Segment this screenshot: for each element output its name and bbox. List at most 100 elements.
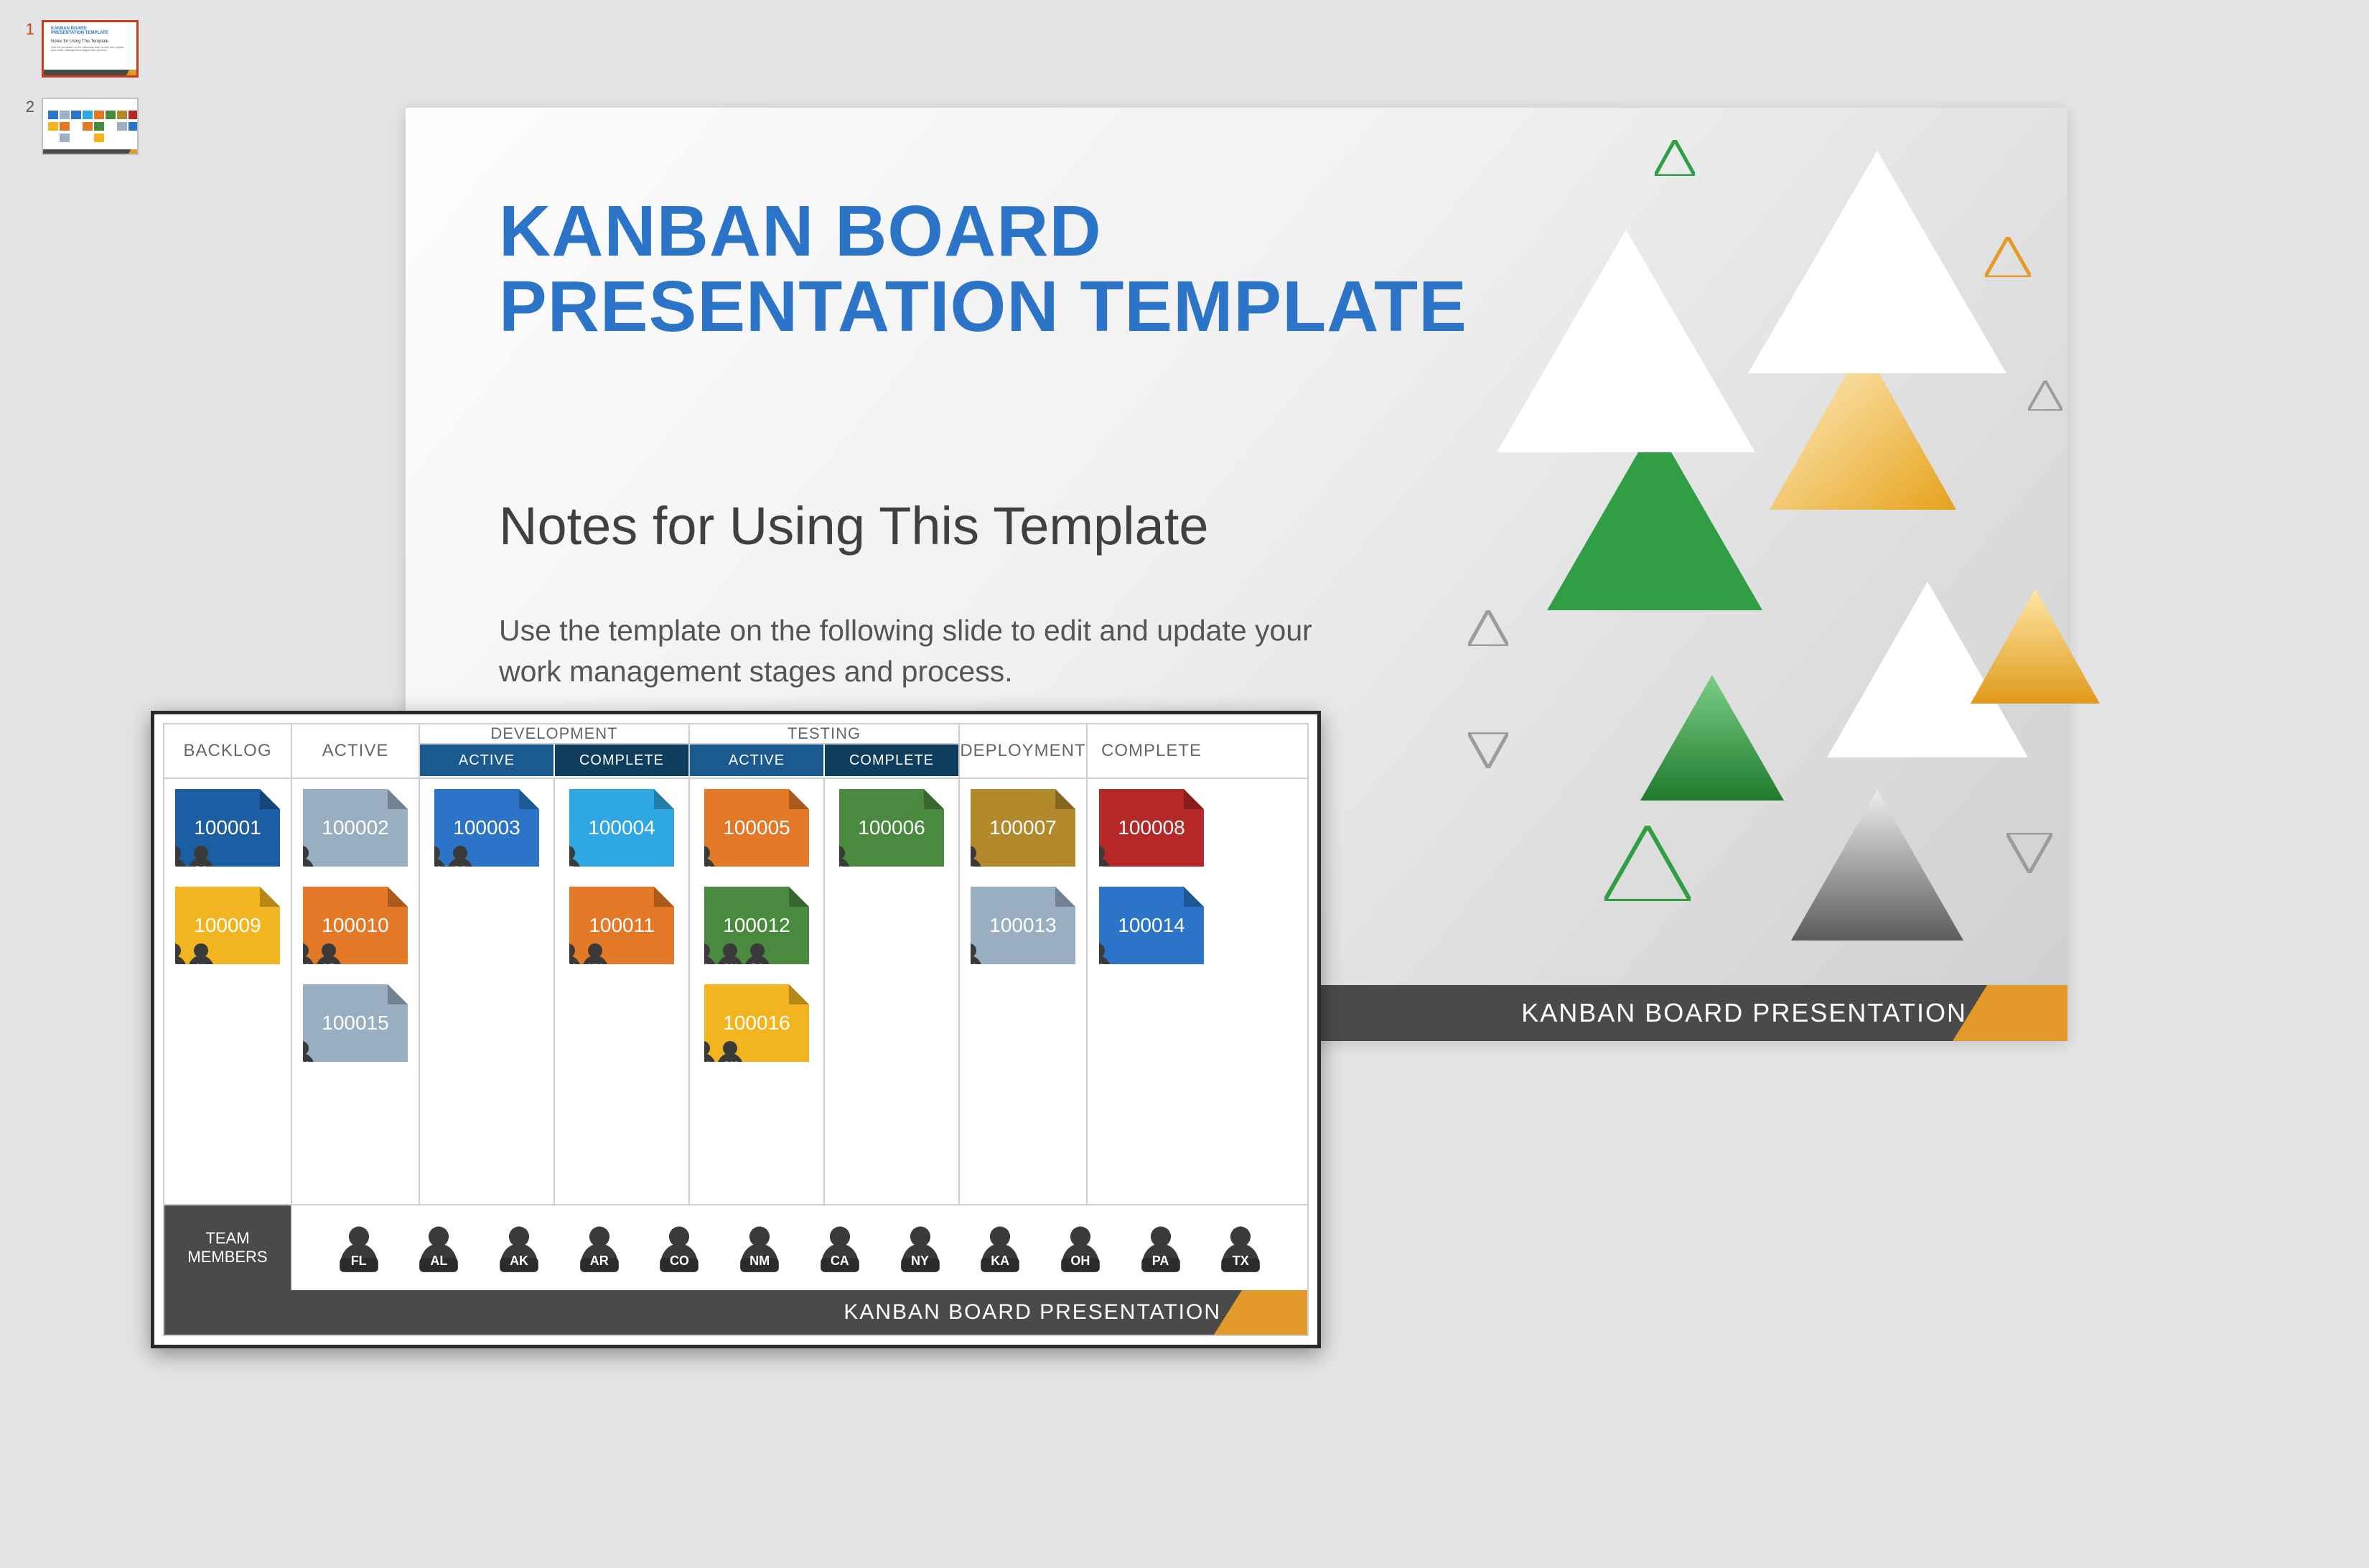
col-backlog: 100001 FL CA 100009 FL AL — [164, 779, 292, 1204]
subheader-test-active: ACTIVE — [690, 745, 825, 776]
card-avatars: AR — [556, 844, 584, 878]
card-100016[interactable]: 100016 TX OH — [704, 984, 809, 1062]
thumbnail-row-2: 2 — [20, 98, 139, 155]
avatar-pin: KA — [978, 1223, 1022, 1273]
card-100003[interactable]: 100003 AK CO — [434, 789, 539, 867]
thumbnail-number-2: 2 — [20, 98, 34, 116]
triangle-outline-green-1 — [1655, 140, 1695, 176]
card-avatars: NM — [691, 844, 719, 878]
avatar-pin: KA — [822, 844, 854, 878]
avatar-pin: PA — [1139, 1223, 1183, 1273]
card-100002[interactable]: 100002 AL — [303, 789, 408, 867]
triangle-outline-gray-2 — [1468, 732, 1508, 768]
avatar-pin: NY — [579, 941, 611, 976]
card-avatars: NM NY — [556, 941, 611, 976]
avatar-pin: FL — [337, 1223, 381, 1273]
kanban-footer-accent — [1214, 1290, 1307, 1335]
card-id: 100009 — [194, 914, 261, 937]
team-members-list: FL AL AK AR CO NM CA NY KA — [292, 1205, 1307, 1290]
subheader-dev-complete: COMPLETE — [555, 745, 688, 776]
kanban-footer-text: KANBAN BOARD PRESENTATION — [844, 1300, 1221, 1325]
slide-thumbnails-panel: 1 KANBAN BOARDPRESENTATION TEMPLATE Note… — [20, 20, 139, 155]
card-id: 100016 — [723, 1012, 790, 1035]
card-id: 100002 — [322, 816, 388, 839]
card-id: 100013 — [989, 914, 1056, 937]
thumbnail-number-1: 1 — [20, 20, 34, 39]
card-100012[interactable]: 100012 KA OH PA — [704, 887, 809, 964]
card-100011[interactable]: 100011 NM NY — [569, 887, 674, 964]
col-test-complete: 100006 KA — [825, 779, 960, 1204]
card-100001[interactable]: 100001 FL CA — [175, 789, 280, 867]
card-100007[interactable]: 100007 PA — [971, 789, 1075, 867]
avatar-pin: AK — [497, 1223, 541, 1273]
kanban-overlay-window[interactable]: BACKLOG ACTIVE DEVELOPMENT ACTIVE COMPLE… — [151, 711, 1321, 1348]
triangle-yellow-2 — [1971, 589, 2100, 704]
col-header-development: DEVELOPMENT — [420, 724, 688, 745]
col-header-complete: COMPLETE — [1088, 724, 1215, 778]
card-id: 100008 — [1118, 816, 1184, 839]
avatar-pin: CA — [185, 844, 217, 878]
card-100013[interactable]: 100013 TX — [971, 887, 1075, 964]
card-100004[interactable]: 100004 AR — [569, 789, 674, 867]
avatar-pin: CA — [818, 1223, 862, 1273]
triangle-green-med — [1640, 675, 1784, 801]
slide-subtitle[interactable]: Notes for Using This Template — [499, 495, 1209, 556]
card-100006[interactable]: 100006 KA — [839, 789, 944, 867]
avatar-pin: AR — [577, 1223, 622, 1273]
card-100008[interactable]: 100008 CA — [1099, 789, 1204, 867]
card-avatars: CO — [1086, 941, 1113, 976]
col-complete: 100008 CA 100014 CO — [1088, 779, 1215, 1204]
card-avatars: TX — [958, 941, 985, 976]
triangle-white-1 — [1497, 230, 1755, 452]
card-avatars: AK CO — [421, 844, 476, 878]
card-100010[interactable]: 100010 AK AR — [303, 887, 408, 964]
card-id: 100010 — [322, 914, 388, 937]
slide-footer-text: KANBAN BOARD PRESENTATION — [1521, 998, 1967, 1028]
triangle-outline-yellow-1 — [1985, 237, 2031, 277]
card-id: 100003 — [453, 816, 520, 839]
kanban-header: BACKLOG ACTIVE DEVELOPMENT ACTIVE COMPLE… — [164, 724, 1307, 778]
slide-title-line1: KANBAN BOARD — [499, 191, 1102, 271]
col-deployment: 100007 PA 100013 TX — [960, 779, 1088, 1204]
card-avatars: FL CA — [162, 844, 217, 878]
card-100015[interactable]: 100015 NY — [303, 984, 408, 1062]
team-members-row: TEAMMEMBERS FL AL AK AR CO NM CA — [164, 1204, 1307, 1290]
card-id: 100007 — [989, 816, 1056, 839]
card-100014[interactable]: 100014 CO — [1099, 887, 1204, 964]
slide-footer-accent — [1953, 985, 2067, 1041]
col-header-deployment: DEPLOYMENT — [960, 724, 1088, 778]
col-test-active: 100005 NM 100012 KA OH PA 100016 TX — [690, 779, 825, 1204]
kanban-body: 100001 FL CA 100009 FL AL 100002 — [164, 778, 1307, 1204]
slide-body-text[interactable]: Use the template on the following slide … — [499, 610, 1360, 693]
avatar-pin: AR — [552, 844, 584, 878]
slide-title-line2: PRESENTATION TEMPLATE — [499, 266, 1467, 347]
col-dev-active: 100003 AK CO — [420, 779, 555, 1204]
card-avatars: FL AL — [162, 941, 217, 976]
avatar-pin: AR — [313, 941, 345, 976]
triangle-outline-gray-4 — [2006, 833, 2052, 873]
slide-title[interactable]: KANBAN BOARD PRESENTATION TEMPLATE — [499, 194, 1467, 345]
col-group-development: DEVELOPMENT ACTIVE COMPLETE — [420, 724, 690, 778]
card-avatars: PA — [958, 844, 985, 878]
kanban-footer: KANBAN BOARD PRESENTATION — [164, 1290, 1307, 1335]
avatar-pin: NM — [737, 1223, 782, 1273]
card-id: 100012 — [723, 914, 790, 937]
avatar-pin: AL — [185, 941, 217, 976]
card-avatars: KA OH PA — [691, 941, 773, 976]
avatar-pin: AL — [416, 1223, 461, 1273]
card-id: 100014 — [1118, 914, 1184, 937]
card-id: 100006 — [858, 816, 925, 839]
card-id: 100015 — [322, 1012, 388, 1035]
col-header-active: ACTIVE — [292, 724, 420, 778]
card-avatars: TX OH — [691, 1039, 746, 1073]
avatar-pin: TX — [1218, 1223, 1263, 1273]
thumbnail-slide-2[interactable] — [42, 98, 139, 155]
card-id: 100011 — [589, 914, 654, 937]
thumbnail-slide-1[interactable]: KANBAN BOARDPRESENTATION TEMPLATE Notes … — [42, 20, 139, 78]
card-id: 100004 — [588, 816, 655, 839]
card-100009[interactable]: 100009 FL AL — [175, 887, 280, 964]
card-100005[interactable]: 100005 NM — [704, 789, 809, 867]
col-active: 100002 AL 100010 AK AR 100015 NY — [292, 779, 420, 1204]
triangle-outline-green-2 — [1604, 826, 1691, 901]
col-header-testing: TESTING — [690, 724, 958, 745]
